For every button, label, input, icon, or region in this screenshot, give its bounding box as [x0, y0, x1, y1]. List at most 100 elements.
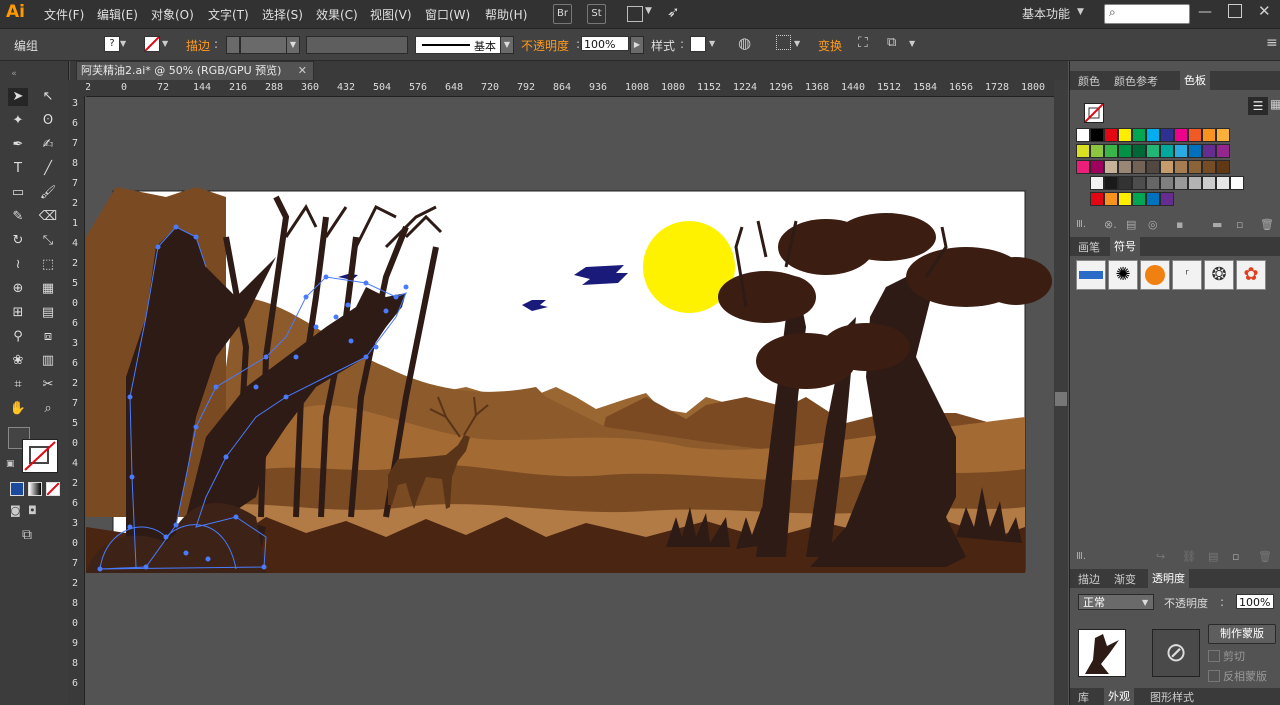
- pencil-tool-icon[interactable]: ✎: [8, 208, 28, 226]
- color-swatch[interactable]: [1118, 192, 1132, 206]
- swatch-libraries-icon[interactable]: Ⅲ.: [1076, 219, 1086, 230]
- paintbrush-tool-icon[interactable]: 🖌: [38, 184, 58, 202]
- zoom-tool-icon[interactable]: ⌕: [38, 400, 58, 418]
- lasso-tool-icon[interactable]: ʘ: [38, 112, 58, 130]
- arrange-documents-icon[interactable]: [627, 6, 643, 22]
- clipping-mask-icon[interactable]: ⧉: [887, 35, 896, 50]
- pen-tool-icon[interactable]: ✒: [8, 136, 28, 154]
- ruler-origin[interactable]: [68, 80, 86, 96]
- new-symbol-icon[interactable]: ▫: [1232, 550, 1239, 563]
- delete-symbol-icon[interactable]: 🗑: [1258, 550, 1272, 563]
- perspective-grid-tool-icon[interactable]: ⊞: [8, 304, 28, 322]
- color-swatch[interactable]: [1076, 144, 1090, 158]
- chevron-down-icon[interactable]: ▼: [909, 39, 915, 48]
- screen-mode-icon[interactable]: ⧉: [22, 527, 32, 543]
- color-swatch[interactable]: [1104, 192, 1118, 206]
- color-swatch[interactable]: [1160, 144, 1174, 158]
- default-colors-icon[interactable]: ▣: [6, 459, 15, 469]
- color-swatch[interactable]: [1174, 144, 1188, 158]
- chevron-right-icon[interactable]: ▶: [630, 36, 644, 54]
- magic-wand-tool-icon[interactable]: ✦: [8, 112, 28, 130]
- color-swatch[interactable]: [1216, 176, 1230, 190]
- canvas-area[interactable]: [86, 97, 1054, 705]
- color-swatch[interactable]: [1146, 192, 1160, 206]
- chevron-down-icon[interactable]: ▼: [794, 39, 800, 48]
- color-swatch[interactable]: [1216, 160, 1230, 174]
- swatch-kinds-icon[interactable]: ⊗.: [1104, 218, 1117, 231]
- fill-stroke-indicator[interactable]: [1084, 103, 1104, 123]
- color-swatch[interactable]: [1118, 144, 1132, 158]
- rectangle-tool-icon[interactable]: ▭: [8, 184, 28, 202]
- tab-symbols[interactable]: 符号: [1110, 237, 1140, 256]
- close-icon[interactable]: ✕: [1258, 2, 1271, 20]
- search-input[interactable]: ⌕: [1104, 4, 1190, 24]
- brush-definition[interactable]: 基本: [415, 36, 513, 54]
- opacity-label[interactable]: 不透明度: [521, 37, 569, 54]
- color-swatch[interactable]: [1146, 176, 1160, 190]
- object-thumbnail[interactable]: [1078, 629, 1126, 677]
- color-swatch[interactable]: [1160, 176, 1174, 190]
- tab-transparency[interactable]: 透明度: [1148, 569, 1189, 588]
- color-swatch[interactable]: [1216, 144, 1230, 158]
- list-view-icon[interactable]: ☰: [1248, 97, 1268, 115]
- hand-tool-icon[interactable]: ✋: [8, 400, 28, 418]
- menu-window[interactable]: 窗口(W): [425, 6, 470, 23]
- delete-swatch-icon[interactable]: 🗑: [1260, 218, 1274, 231]
- color-swatch[interactable]: [1188, 176, 1202, 190]
- tab-appearance[interactable]: 外观: [1104, 688, 1134, 705]
- rotate-tool-icon[interactable]: ↻: [8, 232, 28, 250]
- symbol-libraries-icon[interactable]: Ⅲ.: [1076, 551, 1086, 562]
- color-swatch[interactable]: [1202, 128, 1216, 142]
- clip-checkbox[interactable]: [1208, 650, 1220, 662]
- selection-tool-icon[interactable]: ➤: [8, 88, 28, 106]
- symbol-flower[interactable]: ✿: [1236, 260, 1266, 290]
- chevron-down-icon[interactable]: ▼: [286, 36, 300, 54]
- invert-mask-checkbox[interactable]: [1208, 670, 1220, 682]
- stroke-swatch[interactable]: [144, 36, 160, 52]
- curvature-tool-icon[interactable]: ✍: [38, 136, 58, 154]
- grid-view-icon[interactable]: ▦: [1270, 97, 1280, 115]
- color-swatch[interactable]: [1090, 128, 1104, 142]
- menu-help[interactable]: 帮助(H): [485, 6, 527, 23]
- color-swatch[interactable]: [1132, 128, 1146, 142]
- menu-edit[interactable]: 编辑(E): [97, 6, 138, 23]
- artwork[interactable]: [86, 97, 1054, 705]
- direct-selection-tool-icon[interactable]: ↖: [38, 88, 58, 106]
- none-mode-icon[interactable]: [46, 482, 60, 496]
- isolate-group-icon[interactable]: ⛶: [858, 35, 868, 51]
- color-swatch[interactable]: [1160, 192, 1174, 206]
- color-swatch[interactable]: [1146, 160, 1160, 174]
- tab-gradient[interactable]: 渐变: [1114, 571, 1136, 587]
- transparency-opacity-input[interactable]: 100%: [1236, 594, 1274, 609]
- panel-menu-icon[interactable]: ≡: [1266, 35, 1278, 51]
- color-swatch[interactable]: [1174, 176, 1188, 190]
- place-symbol-icon[interactable]: ↪: [1156, 550, 1165, 563]
- vertical-scrollbar[interactable]: [1054, 80, 1068, 705]
- chevron-down-icon[interactable]: ▼: [1077, 7, 1084, 17]
- stroke-color-box[interactable]: [22, 439, 58, 473]
- color-swatch[interactable]: [1146, 144, 1160, 158]
- scale-tool-icon[interactable]: ⤡: [38, 232, 58, 250]
- warp-tool-icon[interactable]: ≀: [8, 256, 28, 274]
- color-swatch[interactable]: [1174, 160, 1188, 174]
- color-swatch[interactable]: [1090, 160, 1104, 174]
- symbol-options-icon[interactable]: ▤: [1208, 550, 1218, 563]
- color-swatch[interactable]: [1104, 128, 1118, 142]
- recolor-artwork-icon[interactable]: ◍: [738, 34, 751, 52]
- color-swatch[interactable]: [1104, 144, 1118, 158]
- tab-graphic-styles[interactable]: 图形样式: [1150, 689, 1194, 705]
- blend-tool-icon[interactable]: ⧈: [38, 328, 58, 346]
- stock-button[interactable]: St: [587, 4, 606, 24]
- color-swatch[interactable]: [1090, 176, 1104, 190]
- opacity-input[interactable]: 100%: [581, 36, 629, 51]
- color-swatch[interactable]: [1104, 176, 1118, 190]
- vertical-ruler[interactable]: 3 6 7 8 7 2 1 4 2 5 0 6 3 6 2 7 5 0 4 2 6 3 0 7 2 8 0 9 8 6: [68, 96, 85, 705]
- tab-stroke[interactable]: 描边: [1078, 571, 1100, 587]
- transform-link[interactable]: 变换: [818, 37, 842, 54]
- gradient-tool-icon[interactable]: ▤: [38, 304, 58, 322]
- document-tab[interactable]: 阿芙精油2.ai* @ 50% (RGB/GPU 预览) ✕: [76, 61, 314, 80]
- tab-brushes[interactable]: 画笔: [1078, 239, 1100, 255]
- color-swatch[interactable]: [1230, 176, 1244, 190]
- menu-view[interactable]: 视图(V): [370, 6, 412, 23]
- color-swatch[interactable]: [1076, 160, 1090, 174]
